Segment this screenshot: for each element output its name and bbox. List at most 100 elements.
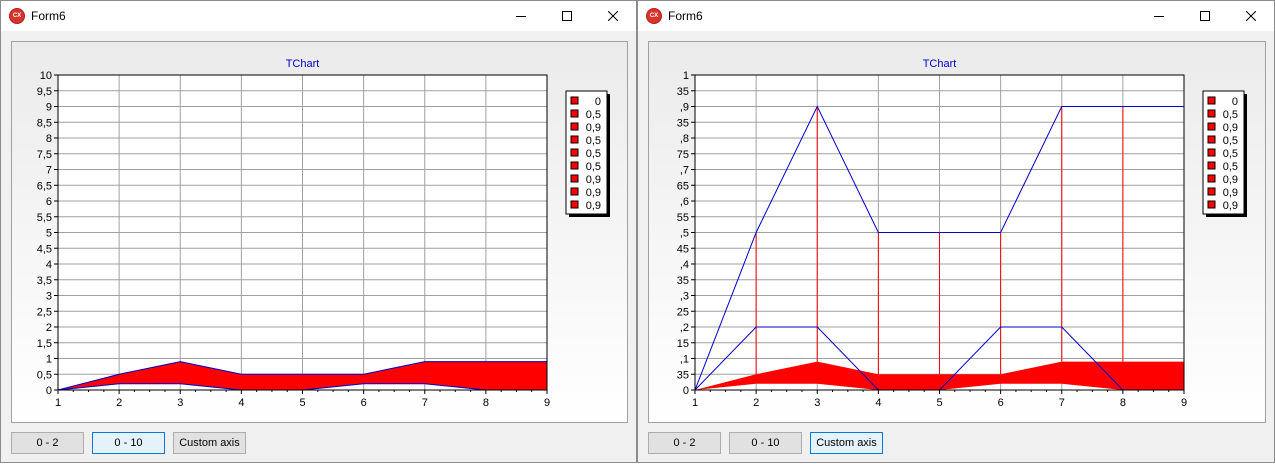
chart-title: TChart [286,58,320,70]
legend-swatch [570,174,579,183]
y-tick-label: 35 [677,86,689,98]
legend-entry: 0,9 [1223,174,1238,186]
x-tick-label: 7 [1059,397,1065,409]
minimize-icon [1154,16,1164,17]
y-tick-label: 1,5 [37,338,52,350]
y-tick-label: 3 [46,291,52,303]
x-tick-label: 1 [55,397,61,409]
y-tick-label: 8,5 [37,117,52,129]
y-tick-label: 35 [677,369,689,381]
custom-axis-button[interactable]: Custom axis [810,432,883,454]
y-tick-label: 9 [46,102,52,114]
y-tick-label: 15 [677,338,689,350]
y-tick-label: 0 [683,385,689,397]
y-tick-label: 35 [677,275,689,287]
app-icon: CX [9,8,25,24]
y-tick-label: 7,5 [37,149,52,161]
close-button[interactable] [1228,1,1274,31]
legend-entry: 0,9 [1223,200,1238,212]
legend-entry: 0,9 [586,122,601,134]
custom-axis-button[interactable]: Custom axis [173,432,246,454]
x-tick-label: 8 [1120,397,1126,409]
title-bar[interactable]: CX Form6 [1,1,636,31]
legend-entry: 0,5 [586,161,601,173]
legend-entry: 0,9 [586,187,601,199]
legend-swatch [570,109,579,118]
legend-entry: 0 [595,96,601,108]
x-tick-label: 9 [544,397,550,409]
chart-title: TChart [923,58,957,70]
legend-swatch [570,122,579,131]
y-tick-label: 1 [683,70,689,82]
legend-swatch [1207,161,1216,170]
window-title: Form6 [668,9,703,23]
maximize-button[interactable] [1182,1,1228,31]
close-icon [608,11,618,21]
window-title: Form6 [31,9,66,23]
x-tick-label: 2 [116,397,122,409]
y-tick-label: 4,5 [37,243,52,255]
range-0-10-button[interactable]: 0 - 10 [729,432,802,454]
x-tick-label: 4 [875,397,881,409]
y-tick-label: 2 [46,322,52,334]
legend-entry: 0,9 [586,174,601,186]
legend-swatch [570,187,579,196]
legend-swatch [570,148,579,157]
y-tick-label: ,7 [680,165,689,177]
legend-entry: 0,9 [586,200,601,212]
y-tick-label: 3,5 [37,275,52,287]
legend-entry: 0,5 [586,135,601,147]
x-tick-label: 1 [692,397,698,409]
tchart: TChart00,511,522,533,544,555,566,577,588… [37,58,610,409]
y-tick-label: 25 [677,306,689,318]
close-button[interactable] [590,1,636,31]
minimize-button[interactable] [498,1,544,31]
y-tick-label: 1 [46,354,52,366]
x-tick-label: 5 [299,397,305,409]
legend-entry: 0,5 [586,148,601,160]
x-tick-label: 6 [998,397,1004,409]
x-tick-label: 7 [422,397,428,409]
y-tick-label: ,9 [680,102,689,114]
y-tick-label: 65 [677,180,689,192]
legend-swatch [1207,174,1216,183]
y-tick-label: 8 [46,133,52,145]
minimize-button[interactable] [1136,1,1182,31]
legend-swatch [1207,187,1216,196]
legend-swatch [1207,109,1216,118]
x-tick-label: 3 [814,397,820,409]
chart-panel: TChart 0 35,1 15,2 25,3 35,4 45,5 55,6 65,7 75,8 3… [648,41,1266,423]
y-tick-label: 0,5 [37,369,52,381]
range-0-2-button[interactable]: 0 - 2 [648,432,721,454]
y-tick-label: ,5 [680,228,689,240]
form-window-left: CX Form6 TChart 0 0,5 1 1,5 2 2,5 3 3,5 4 4,5 5 5,5 6… [0,0,637,463]
x-tick-label: 2 [753,397,759,409]
x-tick-label: 5 [936,397,942,409]
maximize-button[interactable] [544,1,590,31]
y-tick-label: 0 [46,385,52,397]
y-tick-label: ,2 [680,322,689,334]
legend-entry: 0,5 [586,109,601,121]
range-0-2-button[interactable]: 0 - 2 [11,432,84,454]
tchart: TChart035,115,225,335,445,555,665,775,83… [677,58,1247,409]
y-tick-label: 5 [46,228,52,240]
chart-panel: TChart 0 0,5 1 1,5 2 2,5 3 3,5 4 4,5 5 5,5 6 6,5 7 7,5 8 8… [11,41,628,423]
close-icon [1246,11,1256,21]
y-tick-label: 45 [677,243,689,255]
y-tick-label: ,3 [680,291,689,303]
y-tick-label: 2,5 [37,306,52,318]
legend-entry: 0,9 [1223,187,1238,199]
maximize-icon [562,11,572,21]
title-bar[interactable]: CX Form6 [638,1,1274,31]
minimize-icon [516,16,526,17]
y-tick-label: 4 [46,259,52,271]
range-0-10-button[interactable]: 0 - 10 [92,432,165,454]
app-icon: CX [646,8,662,24]
y-tick-label: 6,5 [37,180,52,192]
y-tick-label: ,4 [680,259,689,271]
y-tick-label: 9,5 [37,86,52,98]
legend-swatch [570,135,579,144]
legend-swatch [1207,148,1216,157]
legend-entry: 0,5 [1223,109,1238,121]
form-window-right: CX Form6 TChart 0 35,1 15,2 25,3 35,4 45,5 55,6… [637,0,1275,463]
